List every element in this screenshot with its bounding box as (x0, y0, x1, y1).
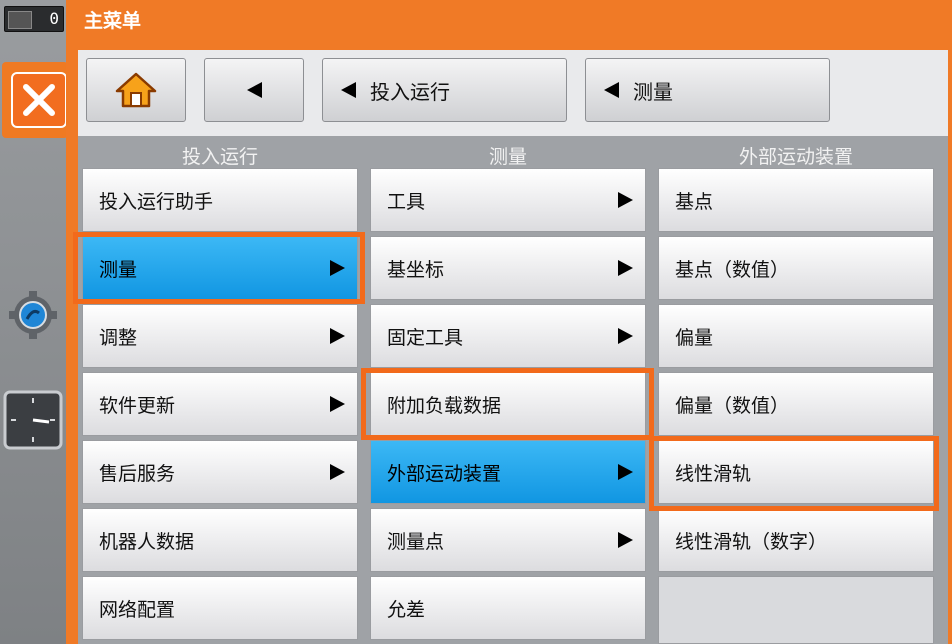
close-menu-button[interactable] (2, 62, 68, 138)
menu-item-label: 投入运行助手 (99, 190, 214, 213)
clock-icon[interactable] (3, 390, 63, 450)
menu-item[interactable]: 投入运行助手 (82, 168, 358, 232)
empty-menu-slot (658, 576, 934, 644)
menu-item[interactable]: 软件更新 (82, 372, 358, 436)
menu-item[interactable]: 基点 (658, 168, 934, 232)
menu-item[interactable]: 允差 (370, 576, 646, 640)
menu-item-label: 基点（数值） (675, 258, 790, 281)
submenu-arrow-icon (618, 328, 633, 344)
back-arrow-icon (341, 82, 356, 98)
submenu-arrow-icon (330, 464, 345, 480)
column-header: 外部运动装置 (738, 146, 853, 168)
menu-item[interactable]: 偏量 (658, 304, 934, 368)
menu-item[interactable]: 测量点 (370, 508, 646, 572)
breadcrumb-measure[interactable]: 测量 (585, 58, 830, 122)
menu-item-label: 偏量 (675, 326, 714, 349)
menu-item-label: 机器人数据 (99, 530, 195, 553)
menu-item[interactable]: 测量 (82, 236, 358, 300)
back-arrow-icon (246, 82, 262, 98)
menu-item-label: 测量 (99, 258, 138, 281)
menu-item-label: 线性滑轨（数字） (675, 530, 828, 553)
home-button[interactable] (86, 58, 186, 122)
menu-item[interactable]: 调整 (82, 304, 358, 368)
submenu-arrow-icon (618, 464, 633, 480)
navigation-bar: 投入运行 测量 (78, 50, 948, 136)
breadcrumb-commissioning[interactable]: 投入运行 (322, 58, 567, 122)
submenu-arrow-icon (618, 192, 633, 208)
breadcrumb-label: 投入运行 (370, 79, 450, 104)
menu-item-label: 测量点 (387, 530, 445, 553)
column-header: 投入运行 (181, 146, 258, 168)
status-value: 0 (49, 9, 59, 28)
menu-item-label: 固定工具 (387, 326, 464, 349)
menu-item-label: 软件更新 (99, 394, 176, 417)
status-icon (8, 11, 32, 29)
submenu-arrow-icon (618, 260, 633, 276)
submenu-arrow-icon (618, 532, 633, 548)
status-indicator: 0 (4, 6, 64, 32)
column-header: 测量 (488, 146, 527, 168)
menu-item-label: 工具 (387, 190, 426, 213)
menu-item-label: 允差 (387, 598, 426, 621)
menu-item[interactable]: 线性滑轨（数字） (658, 508, 934, 572)
menu-item-label: 基点 (675, 190, 714, 213)
menu-item[interactable]: 线性滑轨 (658, 440, 934, 504)
menu-item[interactable]: 机器人数据 (82, 508, 358, 572)
menu-item-label: 售后服务 (99, 462, 176, 485)
submenu-arrow-icon (330, 396, 345, 412)
gear-icon[interactable] (8, 290, 58, 340)
menu-item-label: 网络配置 (99, 598, 176, 621)
menu-item-label: 附加负载数据 (387, 394, 502, 417)
menu-item[interactable]: 基坐标 (370, 236, 646, 300)
menu-item-label: 偏量（数值） (675, 394, 790, 417)
back-arrow-icon (604, 82, 619, 98)
menu-item[interactable]: 售后服务 (82, 440, 358, 504)
menu-item-label: 外部运动装置 (387, 462, 502, 485)
home-icon (115, 72, 157, 108)
menu-item[interactable]: 附加负载数据 (370, 372, 646, 436)
close-icon (11, 72, 67, 128)
back-button[interactable] (204, 58, 304, 122)
menu-item[interactable]: 偏量（数值） (658, 372, 934, 436)
menu-item[interactable]: 外部运动装置 (370, 440, 646, 504)
menu-item[interactable]: 基点（数值） (658, 236, 934, 300)
menu-item[interactable]: 网络配置 (82, 576, 358, 640)
menu-item[interactable]: 固定工具 (370, 304, 646, 368)
window-title: 主菜单 (84, 10, 142, 32)
menu-item[interactable]: 工具 (370, 168, 646, 232)
menu-item-label: 基坐标 (387, 258, 445, 281)
submenu-arrow-icon (330, 328, 345, 344)
breadcrumb-label: 测量 (633, 79, 673, 104)
menu-item-label: 调整 (99, 326, 138, 349)
menu-item-label: 线性滑轨 (675, 462, 752, 485)
submenu-arrow-icon (330, 260, 345, 276)
